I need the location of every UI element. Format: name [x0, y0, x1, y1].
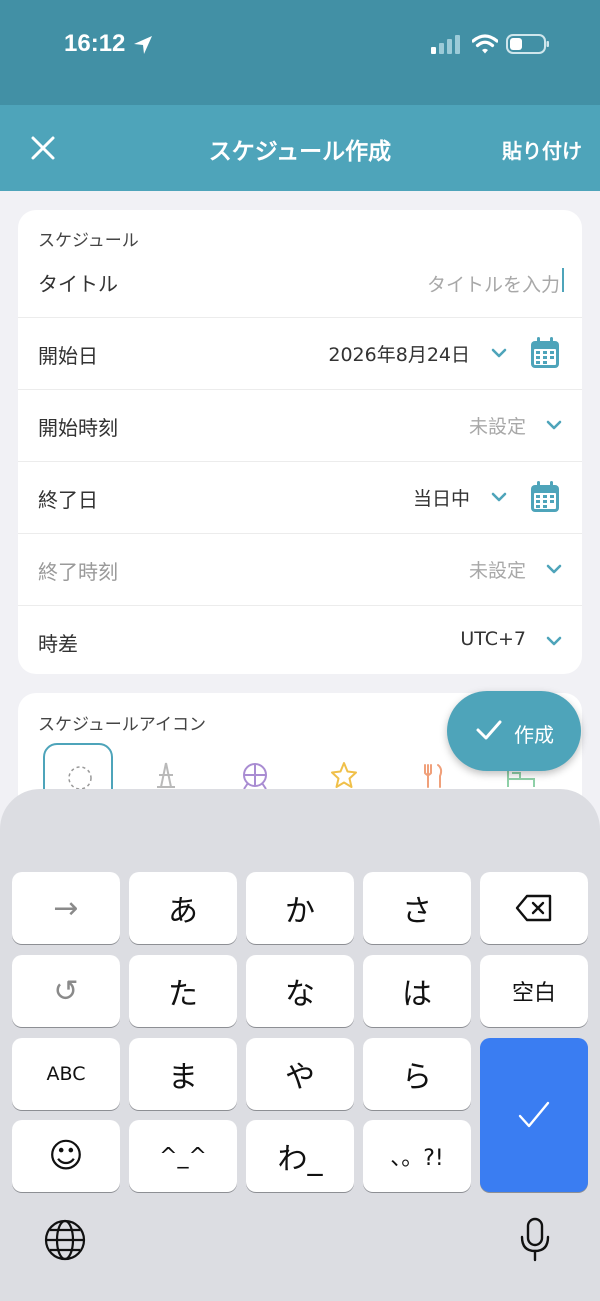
end-time-value[interactable]: 未設定	[469, 556, 526, 583]
create-button-label: 作成	[514, 723, 554, 747]
key-ha[interactable]: は	[363, 955, 471, 1027]
key-ya[interactable]: や	[246, 1038, 354, 1110]
key-ma[interactable]: ま	[129, 1038, 237, 1110]
key-abc[interactable]: ABC	[12, 1038, 120, 1110]
title-row[interactable]: タイトル タイトルを入力	[18, 246, 582, 318]
japanese-keyboard: → あ か さ ↺ た な は 空白 ABC ま や ら ☺ ^_^ わ_ 、。…	[0, 789, 600, 1301]
calendar-icon[interactable]	[530, 337, 560, 369]
start-time-value[interactable]: 未設定	[469, 412, 526, 439]
end-time-row[interactable]: 終了時刻 未設定	[18, 534, 582, 606]
key-a[interactable]: あ	[129, 872, 237, 944]
key-backspace[interactable]	[480, 872, 588, 944]
create-button[interactable]: 作成	[447, 691, 581, 771]
start-time-row[interactable]: 開始時刻 未設定	[18, 390, 582, 462]
key-ka[interactable]: か	[246, 872, 354, 944]
status-bar: 16:12	[0, 0, 600, 105]
text-cursor	[562, 268, 564, 292]
calendar-icon[interactable]	[530, 481, 560, 513]
cellular-signal-icon	[431, 35, 460, 54]
key-ta[interactable]: た	[129, 955, 237, 1027]
location-arrow-icon	[134, 36, 152, 54]
key-kaomoji[interactable]: ^_^	[129, 1120, 237, 1192]
key-undo[interactable]: ↺	[12, 955, 120, 1027]
emoji-icon: ☺	[48, 1136, 84, 1176]
key-wa[interactable]: わ_	[246, 1120, 354, 1192]
key-na[interactable]: な	[246, 955, 354, 1027]
checkmark-icon	[476, 720, 502, 740]
title-input[interactable]: タイトルを入力	[427, 270, 560, 297]
start-time-label: 開始時刻	[38, 416, 118, 440]
arrow-right-icon: →	[53, 890, 79, 926]
checkmark-icon	[518, 1101, 550, 1128]
navigation-bar: スケジュール作成 貼り付け	[0, 105, 600, 191]
start-date-label: 開始日	[38, 344, 98, 368]
globe-icon[interactable]	[44, 1219, 86, 1261]
chevron-down-icon[interactable]	[545, 562, 563, 576]
start-date-value[interactable]: 2026年8月24日	[328, 340, 470, 367]
schedule-card: スケジュール タイトル タイトルを入力 開始日 2026年8月24日 開始時刻 …	[18, 210, 582, 674]
chevron-down-icon[interactable]	[490, 346, 508, 360]
key-space[interactable]: 空白	[480, 955, 588, 1027]
undo-icon: ↺	[53, 973, 79, 1009]
paste-button[interactable]: 貼り付け	[502, 135, 582, 164]
timezone-label: 時差	[38, 632, 78, 656]
schedule-icon-section-label: スケジュールアイコン	[38, 715, 206, 735]
end-date-row[interactable]: 終了日 当日中	[18, 462, 582, 534]
timezone-value[interactable]: UTC+7	[460, 628, 526, 650]
wifi-icon	[472, 34, 498, 54]
key-punctuation[interactable]: 、。?!	[363, 1120, 471, 1192]
battery-icon	[506, 34, 549, 54]
key-ra[interactable]: ら	[363, 1038, 471, 1110]
status-time: 16:12	[64, 30, 126, 57]
backspace-icon	[515, 894, 552, 922]
timezone-row[interactable]: 時差 UTC+7	[18, 606, 582, 674]
chevron-down-icon[interactable]	[490, 490, 508, 504]
key-emoji[interactable]: ☺	[12, 1120, 120, 1192]
key-arrow-right[interactable]: →	[12, 872, 120, 944]
end-time-label: 終了時刻	[38, 560, 118, 584]
title-label: タイトル	[38, 272, 118, 296]
chevron-down-icon[interactable]	[545, 418, 563, 432]
chevron-down-icon[interactable]	[545, 634, 563, 648]
microphone-icon[interactable]	[518, 1217, 552, 1263]
end-date-value[interactable]: 当日中	[413, 484, 470, 511]
key-enter[interactable]	[480, 1038, 588, 1192]
start-date-row[interactable]: 開始日 2026年8月24日	[18, 318, 582, 390]
key-sa[interactable]: さ	[363, 872, 471, 944]
end-date-label: 終了日	[38, 488, 98, 512]
